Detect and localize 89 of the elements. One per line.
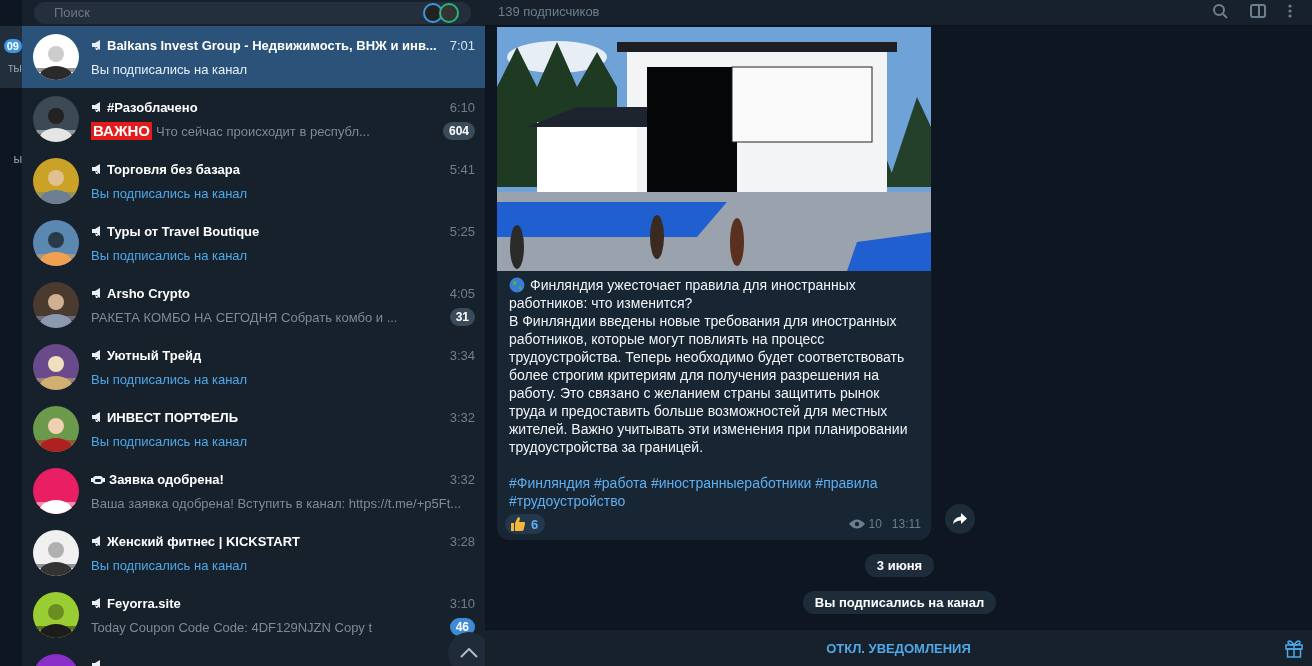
megaphone-icon bbox=[91, 225, 103, 237]
chat-preview: Ваша заявка одобрена! Вступить в канал: https://t.me/+p5Ft... bbox=[91, 495, 462, 511]
more-icon bbox=[1288, 3, 1292, 19]
chat-preview: Что сейчас происходит в республ... bbox=[156, 123, 370, 139]
search-field[interactable]: Поиск bbox=[34, 2, 471, 24]
subscriber-count: 139 подписчиков bbox=[498, 4, 600, 19]
chat-item[interactable]: Торговля без базара 5:41 Вы подписались на канал bbox=[22, 150, 485, 212]
chat-item[interactable]: Туры от Travel Boutique 5:25 Вы подписались на канал bbox=[22, 212, 485, 274]
folder-label: ы bbox=[13, 152, 22, 166]
folder-tab[interactable]: ы bbox=[0, 128, 22, 190]
message-text: Финляндия ужесточает правила для иностранных работников: что изменится? bbox=[509, 276, 857, 312]
unread-count: 31 bbox=[449, 308, 475, 326]
message-time: 13:11 bbox=[891, 517, 921, 531]
folder-tab[interactable]: 09 ты bbox=[0, 26, 22, 88]
chat-name: Balkans Invest Group - Недвижимость, ВНЖ и инв... bbox=[107, 37, 437, 53]
sidebar-button[interactable] bbox=[1250, 3, 1266, 19]
folder-label: ты bbox=[7, 61, 22, 75]
hashtag-link[interactable]: #Финляндия bbox=[509, 474, 591, 492]
chat-time: 3:32 bbox=[449, 409, 475, 425]
date-label: 3 июня bbox=[864, 554, 935, 577]
gift-icon[interactable] bbox=[1284, 638, 1304, 658]
chat-item[interactable]: Уютный Трейд 3:34 Вы подписались на канал bbox=[22, 336, 485, 398]
hashtag-link[interactable]: #трудоустройство bbox=[509, 492, 626, 510]
chat-name: Туры от Travel Boutique bbox=[107, 223, 260, 239]
reaction-button[interactable]: 6 bbox=[505, 514, 546, 534]
chat-time: 3:34 bbox=[449, 347, 475, 363]
chat-time: 7:01 bbox=[449, 37, 475, 53]
chat-time: 6:10 bbox=[449, 99, 475, 115]
mute-button[interactable]: ОТКЛ. УВЕДОМЛЕНИЯ bbox=[820, 639, 977, 657]
unread-count: 604 bbox=[442, 122, 475, 140]
chat-preview: Вы подписались на канал bbox=[91, 247, 248, 263]
unread-count: 09 bbox=[3, 39, 22, 53]
chat-preview: Вы подписались на канал bbox=[91, 433, 248, 449]
hashtag-link[interactable]: #иностранныеработники bbox=[650, 474, 812, 492]
hashtag-link[interactable]: #правила bbox=[815, 474, 878, 492]
more-button[interactable] bbox=[1288, 3, 1292, 19]
chat-time: 3:28 bbox=[449, 533, 475, 549]
chat-item[interactable]: #Разоблачено 6:10 ВАЖНО Что сейчас происходит в республ... 604 bbox=[22, 88, 485, 150]
chat-preview: Вы подписались на канал bbox=[91, 557, 248, 573]
thumbs-up-icon bbox=[510, 516, 526, 532]
chat-preview: Вы подписались на канал bbox=[91, 61, 248, 77]
search-button[interactable] bbox=[1212, 3, 1228, 19]
chat-tag: ВАЖНО bbox=[91, 122, 152, 140]
megaphone-icon bbox=[91, 287, 103, 299]
search-input[interactable]: Поиск bbox=[54, 2, 421, 24]
chat-name: ИНВЕСТ ПОРТФЕЛЬ bbox=[107, 409, 239, 425]
service-message: Вы подписались на канал bbox=[802, 591, 997, 614]
chat-name: Заявка одобрена! bbox=[109, 471, 224, 487]
chat-item[interactable]: ИНВЕСТ ПОРТФЕЛЬ 3:32 Вы подписались на канал bbox=[22, 398, 485, 460]
search-icon bbox=[1212, 3, 1228, 19]
chat-preview: РАКЕТА КОМБО НА СЕГОДНЯ Собрать комбо и ... bbox=[91, 309, 398, 325]
columns-icon bbox=[1250, 3, 1266, 19]
chat-name: Arsho Crypto bbox=[107, 285, 191, 301]
message-text: В Финляндии введены новые требования для иностранных работников, которые могут повлиять на процесс трудоустройства. Теперь необходимо будет соответствовать более строгим критериям для получения разрешения на работу. Это связано с желанием страны защитить рынок труда и предоставить больше возможностей для местных жителей. Важно учитывать эти изменения при планировании трудоустройства за границей. bbox=[509, 312, 909, 456]
chat-name: Уютный Трейд bbox=[107, 347, 202, 363]
chat-time: 5:25 bbox=[449, 223, 475, 239]
chat-preview: Вы подписались на канал bbox=[91, 185, 248, 201]
megaphone-icon bbox=[91, 101, 103, 113]
chevron-up-icon bbox=[460, 648, 478, 658]
scroll-up-button[interactable] bbox=[448, 632, 485, 666]
forward-button[interactable] bbox=[945, 504, 975, 534]
megaphone-icon bbox=[91, 39, 103, 51]
megaphone-icon bbox=[91, 597, 103, 609]
chat-item[interactable]: Balkans Invest Group - Недвижимость, ВНЖ и инв... 7:01 Вы подписались на канал bbox=[22, 26, 485, 88]
chat-item[interactable]: Arsho Crypto 4:05 РАКЕТА КОМБО НА СЕГОДНЯ Собрать комбо и ... 31 bbox=[22, 274, 485, 336]
chat-item[interactable]: Женский фитнес | KICKSTART 3:28 Вы подписались на канал bbox=[22, 522, 485, 584]
megaphone-icon bbox=[91, 349, 103, 361]
view-count: 10 bbox=[868, 517, 882, 531]
unread-count: 46 bbox=[449, 618, 475, 636]
chat-time: 5:41 bbox=[449, 161, 475, 177]
chat-item[interactable]: Заявка одобрена! 3:32 Ваша заявка одобрена! Вступить в канал: https://t.me/+p5Ft... bbox=[22, 460, 485, 522]
megaphone-icon bbox=[91, 411, 103, 423]
chat-time: 3:32 bbox=[449, 471, 475, 487]
chat-preview: Today Coupon Code Code: 4DF129NJZN Copy t bbox=[91, 619, 373, 635]
chat-name: Женский фитнес | KICKSTART bbox=[107, 533, 301, 549]
chat-time: 3:10 bbox=[449, 595, 475, 611]
chat-name: Feyorra.site bbox=[107, 595, 181, 611]
chat-name: Торговля без базара bbox=[107, 161, 240, 177]
chat-time: 4:05 bbox=[449, 285, 475, 301]
story-avatars-icon bbox=[421, 3, 461, 23]
megaphone-icon bbox=[91, 163, 103, 175]
chat-preview: Вы подписались на канал bbox=[91, 371, 248, 387]
robot-icon bbox=[91, 473, 105, 485]
eye-icon bbox=[848, 519, 865, 529]
forward-arrow-icon bbox=[953, 513, 967, 525]
hashtag-link[interactable]: #работа bbox=[594, 474, 647, 492]
globe-icon bbox=[509, 277, 525, 293]
chat-name: #Разоблачено bbox=[107, 99, 198, 115]
megaphone-icon bbox=[91, 535, 103, 547]
